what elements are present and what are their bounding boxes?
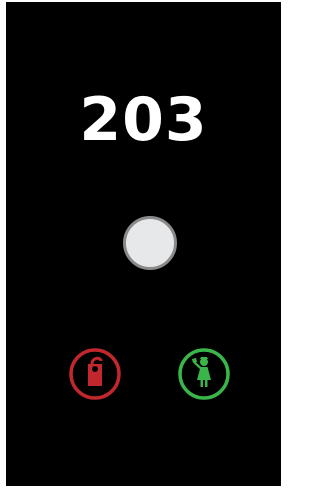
do-not-disturb-icon[interactable] [68,347,122,401]
room-door-panel: 203 [6,2,281,486]
make-up-room-icon[interactable] [177,347,231,401]
room-number: 203 [79,85,208,155]
doorbell-button[interactable] [123,216,177,270]
